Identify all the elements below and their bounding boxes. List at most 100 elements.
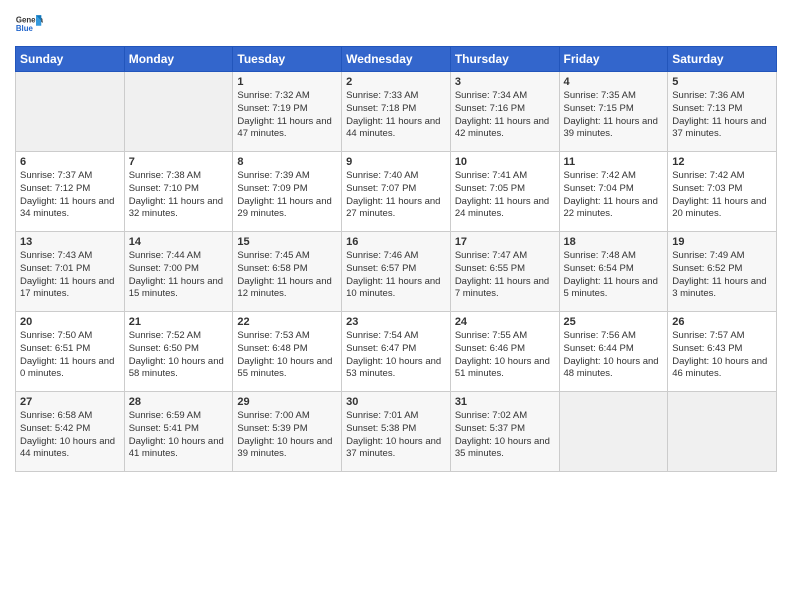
calendar-week-row: 20 Sunrise: 7:50 AMSunset: 6:51 PMDayligh…: [16, 312, 777, 392]
day-number: 27: [20, 396, 120, 408]
calendar-cell: 31 Sunrise: 7:02 AMSunset: 5:37 PMDayligh…: [450, 392, 559, 472]
calendar-cell: 22 Sunrise: 7:53 AMSunset: 6:48 PMDayligh…: [233, 312, 342, 392]
logo-icon: General Blue: [15, 10, 43, 38]
day-content: Sunrise: 7:37 AMSunset: 7:12 PMDaylight:…: [20, 170, 120, 221]
calendar-cell: [559, 392, 668, 472]
calendar-week-row: 6 Sunrise: 7:37 AMSunset: 7:12 PMDaylight…: [16, 152, 777, 232]
day-content: Sunrise: 7:41 AMSunset: 7:05 PMDaylight:…: [455, 170, 555, 221]
calendar-cell: 3 Sunrise: 7:34 AMSunset: 7:16 PMDaylight…: [450, 72, 559, 152]
calendar-cell: 26Sunrise: 7:57 AMSunset: 6:43 PMDayligh…: [668, 312, 777, 392]
day-number: 11: [564, 156, 664, 168]
weekday-header-friday: Friday: [559, 47, 668, 72]
day-number: 4: [564, 76, 664, 88]
day-content: Sunrise: 7:44 AMSunset: 7:00 PMDaylight:…: [129, 250, 229, 301]
calendar-cell: 13 Sunrise: 7:43 AMSunset: 7:01 PMDayligh…: [16, 232, 125, 312]
calendar-cell: 11 Sunrise: 7:42 AMSunset: 7:04 PMDayligh…: [559, 152, 668, 232]
day-content: Sunrise: 7:55 AMSunset: 6:46 PMDaylight:…: [455, 330, 555, 381]
calendar-cell: 27Sunrise: 6:58 AMSunset: 5:42 PMDayligh…: [16, 392, 125, 472]
day-content: Sunrise: 7:50 AMSunset: 6:51 PMDaylight:…: [20, 330, 120, 381]
day-content: Sunrise: 7:38 AMSunset: 7:10 PMDaylight:…: [129, 170, 229, 221]
day-number: 18: [564, 236, 664, 248]
day-number: 14: [129, 236, 229, 248]
day-number: 12: [672, 156, 772, 168]
calendar-week-row: 1 Sunrise: 7:32 AMSunset: 7:19 PMDaylight…: [16, 72, 777, 152]
calendar-cell: [16, 72, 125, 152]
page-header: General Blue: [15, 10, 777, 38]
day-number: 6: [20, 156, 120, 168]
calendar-cell: 24 Sunrise: 7:55 AMSunset: 6:46 PMDayligh…: [450, 312, 559, 392]
calendar-cell: 23 Sunrise: 7:54 AMSunset: 6:47 PMDayligh…: [342, 312, 451, 392]
calendar-table: SundayMondayTuesdayWednesdayThursdayFrid…: [15, 46, 777, 472]
day-number: 28: [129, 396, 229, 408]
day-content: Sunrise: 7:32 AMSunset: 7:19 PMDaylight:…: [237, 90, 337, 141]
weekday-header-saturday: Saturday: [668, 47, 777, 72]
day-number: 9: [346, 156, 446, 168]
calendar-cell: 8Sunrise: 7:39 AMSunset: 7:09 PMDaylight…: [233, 152, 342, 232]
day-content: Sunrise: 7:56 AMSunset: 6:44 PMDaylight:…: [564, 330, 664, 381]
day-content: Sunrise: 7:42 AMSunset: 7:03 PMDaylight:…: [672, 170, 772, 221]
day-content: Sunrise: 7:48 AMSunset: 6:54 PMDaylight:…: [564, 250, 664, 301]
day-number: 19: [672, 236, 772, 248]
day-number: 3: [455, 76, 555, 88]
day-number: 29: [237, 396, 337, 408]
day-number: 1: [237, 76, 337, 88]
calendar-cell: 10 Sunrise: 7:41 AMSunset: 7:05 PMDayligh…: [450, 152, 559, 232]
day-number: 31: [455, 396, 555, 408]
day-number: 22: [237, 316, 337, 328]
svg-text:Blue: Blue: [16, 24, 34, 33]
weekday-header-monday: Monday: [124, 47, 233, 72]
calendar-week-row: 13 Sunrise: 7:43 AMSunset: 7:01 PMDayligh…: [16, 232, 777, 312]
calendar-cell: 30 Sunrise: 7:01 AMSunset: 5:38 PMDayligh…: [342, 392, 451, 472]
day-content: Sunrise: 7:46 AMSunset: 6:57 PMDaylight:…: [346, 250, 446, 301]
calendar-cell: 5Sunrise: 7:36 AMSunset: 7:13 PMDaylight…: [668, 72, 777, 152]
day-content: Sunrise: 7:43 AMSunset: 7:01 PMDaylight:…: [20, 250, 120, 301]
calendar-cell: 28 Sunrise: 6:59 AMSunset: 5:41 PMDayligh…: [124, 392, 233, 472]
calendar-cell: 25 Sunrise: 7:56 AMSunset: 6:44 PMDayligh…: [559, 312, 668, 392]
day-content: Sunrise: 7:01 AMSunset: 5:38 PMDaylight:…: [346, 410, 446, 461]
calendar-cell: 12 Sunrise: 7:42 AMSunset: 7:03 PMDayligh…: [668, 152, 777, 232]
calendar-cell: 2 Sunrise: 7:33 AMSunset: 7:18 PMDaylight…: [342, 72, 451, 152]
logo: General Blue: [15, 10, 43, 38]
day-number: 13: [20, 236, 120, 248]
day-number: 21: [129, 316, 229, 328]
day-number: 30: [346, 396, 446, 408]
day-content: Sunrise: 7:53 AMSunset: 6:48 PMDaylight:…: [237, 330, 337, 381]
calendar-page: General Blue SundayMondayTuesdayWednesda…: [0, 0, 792, 612]
day-number: 23: [346, 316, 446, 328]
day-content: Sunrise: 6:59 AMSunset: 5:41 PMDaylight:…: [129, 410, 229, 461]
day-number: 20: [20, 316, 120, 328]
day-content: Sunrise: 7:02 AMSunset: 5:37 PMDaylight:…: [455, 410, 555, 461]
calendar-cell: 19Sunrise: 7:49 AMSunset: 6:52 PMDayligh…: [668, 232, 777, 312]
day-content: Sunrise: 7:34 AMSunset: 7:16 PMDaylight:…: [455, 90, 555, 141]
calendar-cell: 9 Sunrise: 7:40 AMSunset: 7:07 PMDaylight…: [342, 152, 451, 232]
calendar-cell: 15Sunrise: 7:45 AMSunset: 6:58 PMDayligh…: [233, 232, 342, 312]
calendar-cell: 21 Sunrise: 7:52 AMSunset: 6:50 PMDayligh…: [124, 312, 233, 392]
calendar-cell: 14 Sunrise: 7:44 AMSunset: 7:00 PMDayligh…: [124, 232, 233, 312]
day-number: 2: [346, 76, 446, 88]
day-content: Sunrise: 7:54 AMSunset: 6:47 PMDaylight:…: [346, 330, 446, 381]
day-content: Sunrise: 7:47 AMSunset: 6:55 PMDaylight:…: [455, 250, 555, 301]
day-content: Sunrise: 7:45 AMSunset: 6:58 PMDaylight:…: [237, 250, 337, 301]
day-content: Sunrise: 7:42 AMSunset: 7:04 PMDaylight:…: [564, 170, 664, 221]
calendar-cell: 6 Sunrise: 7:37 AMSunset: 7:12 PMDaylight…: [16, 152, 125, 232]
calendar-cell: 7Sunrise: 7:38 AMSunset: 7:10 PMDaylight…: [124, 152, 233, 232]
day-content: Sunrise: 7:35 AMSunset: 7:15 PMDaylight:…: [564, 90, 664, 141]
calendar-cell: 1 Sunrise: 7:32 AMSunset: 7:19 PMDaylight…: [233, 72, 342, 152]
calendar-week-row: 27Sunrise: 6:58 AMSunset: 5:42 PMDayligh…: [16, 392, 777, 472]
day-number: 10: [455, 156, 555, 168]
day-content: Sunrise: 7:40 AMSunset: 7:07 PMDaylight:…: [346, 170, 446, 221]
calendar-cell: [124, 72, 233, 152]
day-number: 25: [564, 316, 664, 328]
weekday-header-row: SundayMondayTuesdayWednesdayThursdayFrid…: [16, 47, 777, 72]
calendar-cell: 4 Sunrise: 7:35 AMSunset: 7:15 PMDaylight…: [559, 72, 668, 152]
day-content: Sunrise: 7:57 AMSunset: 6:43 PMDaylight:…: [672, 330, 772, 381]
day-number: 24: [455, 316, 555, 328]
weekday-header-sunday: Sunday: [16, 47, 125, 72]
calendar-cell: 29Sunrise: 7:00 AMSunset: 5:39 PMDayligh…: [233, 392, 342, 472]
day-content: Sunrise: 7:36 AMSunset: 7:13 PMDaylight:…: [672, 90, 772, 141]
day-number: 17: [455, 236, 555, 248]
day-content: Sunrise: 7:33 AMSunset: 7:18 PMDaylight:…: [346, 90, 446, 141]
weekday-header-tuesday: Tuesday: [233, 47, 342, 72]
day-number: 8: [237, 156, 337, 168]
day-content: Sunrise: 7:52 AMSunset: 6:50 PMDaylight:…: [129, 330, 229, 381]
